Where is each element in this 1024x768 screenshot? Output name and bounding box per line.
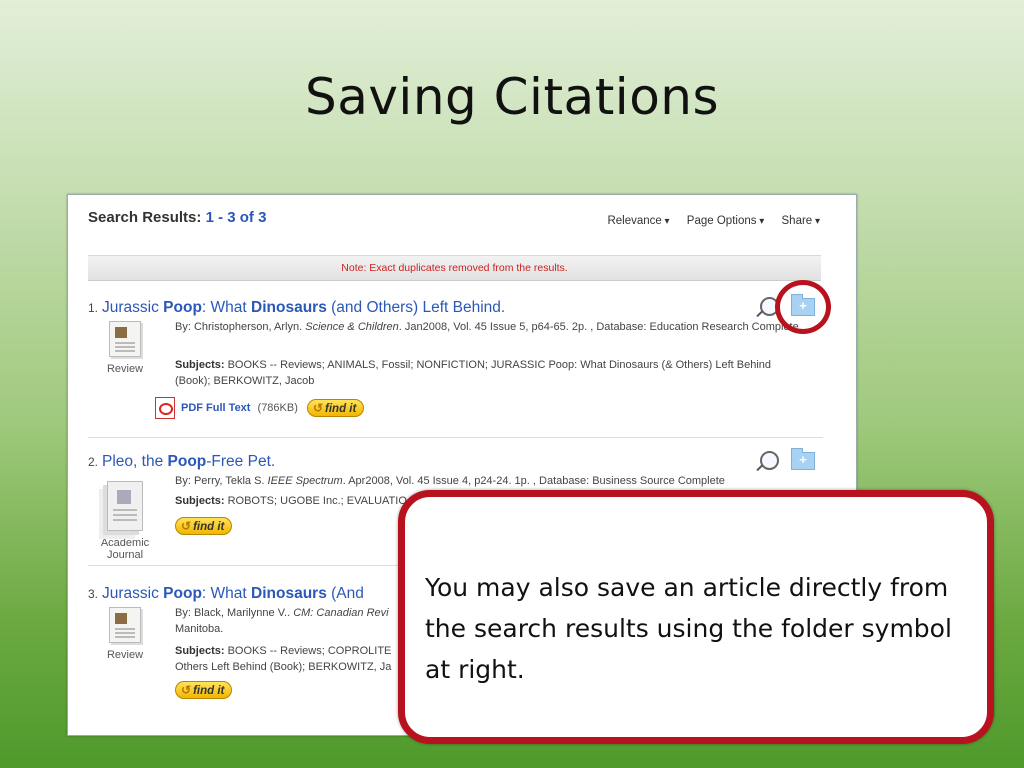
source-title: CM: Canadian Revi [293, 607, 389, 619]
title-highlight: Poop [163, 299, 202, 316]
source-details: Manitoba. [175, 623, 224, 635]
slide-title: Saving Citations [304, 68, 720, 126]
pub-type-label: Journal [106, 549, 144, 561]
add-to-folder-icon[interactable] [791, 447, 815, 470]
result-title-link[interactable]: 2. Pleo, the Poop-Free Pet. [88, 453, 823, 471]
duplicates-note: Note: Exact duplicates removed from the … [88, 255, 821, 281]
title-highlight: Dinosaurs [251, 299, 327, 316]
title-highlight: Dinosaurs [251, 585, 327, 602]
review-document-icon [109, 321, 141, 357]
find-it-label: find it [325, 403, 357, 415]
title-part: (And [326, 585, 364, 602]
pub-type: Academic Journal [100, 481, 150, 561]
subjects-text: Others Left Behind (Book); BERKOWITZ, Ja [175, 661, 392, 673]
pub-type: Review [100, 321, 150, 375]
title-part: : What [201, 585, 252, 602]
search-results-heading: Search Results: 1 - 3 of 3 [88, 209, 266, 226]
title-part: : What [201, 299, 252, 316]
title-part: Jurassic [102, 585, 164, 602]
subjects-label: Subjects: [175, 495, 225, 507]
source-title: IEEE Spectrum [267, 475, 343, 487]
title-part: (and Others) Left Behind. [326, 299, 506, 316]
find-it-label: find it [193, 685, 225, 697]
result-item: 2.Pleo, the Poop-Free Pet. Academic Jour… [88, 447, 823, 561]
title-part: Jurassic [102, 299, 164, 316]
author: By: Black, Marilynne V.. [175, 607, 294, 619]
folder-highlight-circle [775, 280, 831, 334]
pub-type: Review [100, 607, 150, 661]
subjects-text: BOOKS -- Reviews; COPROLITE [224, 645, 392, 657]
find-it-label: find it [193, 521, 225, 533]
result-citation: By: Christopherson, Arlyn. Science & Chi… [175, 319, 805, 335]
full-text-line: ↺ find it [175, 681, 233, 699]
pdf-icon[interactable] [155, 397, 175, 419]
result-citation: By: Perry, Tekla S. IEEE Spectrum. Apr20… [175, 473, 805, 489]
title-highlight: Poop [163, 585, 202, 602]
find-it-icon: ↺ [312, 401, 324, 415]
find-it-button[interactable]: ↺ find it [175, 517, 233, 535]
magnifier-icon[interactable] [760, 451, 779, 470]
relevance-dropdown[interactable]: Relevance [607, 215, 669, 227]
result-number: 3. [88, 587, 99, 601]
callout-box: You may also save an article directly fr… [398, 490, 994, 744]
subjects-label: Subjects: [175, 359, 225, 371]
journal-icon [107, 481, 143, 531]
result-subjects: Subjects: BOOKS -- Reviews; ANIMALS, Fos… [175, 357, 805, 389]
pub-type-label: Academic [100, 537, 150, 549]
find-it-icon: ↺ [181, 519, 192, 533]
find-it-icon: ↺ [181, 683, 192, 697]
title-highlight: Poop [167, 453, 207, 470]
subjects-text: ROBOTS; UGOBE Inc.; EVALUATIO [224, 495, 407, 507]
search-results-count: 1 - 3 of 3 [205, 209, 267, 226]
subjects-label: Subjects: [175, 645, 225, 657]
result-number: 2. [88, 455, 99, 469]
result-actions [760, 447, 815, 470]
search-results-label: Search Results: [88, 209, 202, 226]
title-part: -Free Pet. [206, 453, 276, 470]
result-item: 1. Jurassic Poop: What Dinosaurs (and Oth… [88, 293, 823, 419]
full-text-line: PDF Full Text (786KB) ↺ find it [155, 397, 365, 419]
author: By: Perry, Tekla S. [175, 475, 268, 487]
full-text-line: ↺ find it [175, 517, 233, 535]
title-part: Pleo, the [102, 453, 168, 470]
source-title: Science & Children [305, 321, 399, 333]
pub-type-label: Review [106, 649, 144, 661]
subjects-text: BOOKS -- Reviews; ANIMALS, Fossil; NONFI… [175, 359, 772, 387]
source-details: . Jan2008, Vol. 45 Issue 5, p64-65. 2p. … [398, 321, 799, 333]
callout-text: You may also save an article directly fr… [425, 573, 952, 684]
result-number: 1. [88, 301, 99, 315]
find-it-button[interactable]: ↺ find it [306, 399, 365, 417]
result-divider [88, 437, 823, 438]
results-options: Relevance Page Options Share [593, 215, 820, 227]
pdf-size: (786KB) [257, 401, 298, 414]
pdf-full-text-link[interactable]: PDF Full Text [181, 402, 250, 414]
author: By: Christopherson, Arlyn. [175, 321, 306, 333]
review-document-icon [109, 607, 141, 643]
source-details: . Apr2008, Vol. 45 Issue 4, p24-24. 1p. … [342, 475, 725, 487]
page-options-dropdown[interactable]: Page Options [687, 215, 765, 227]
share-dropdown[interactable]: Share [782, 215, 821, 227]
pub-type-label: Review [106, 363, 144, 375]
find-it-button[interactable]: ↺ find it [175, 681, 233, 699]
result-title-link[interactable]: 1. Jurassic Poop: What Dinosaurs (and Oth… [88, 299, 823, 317]
